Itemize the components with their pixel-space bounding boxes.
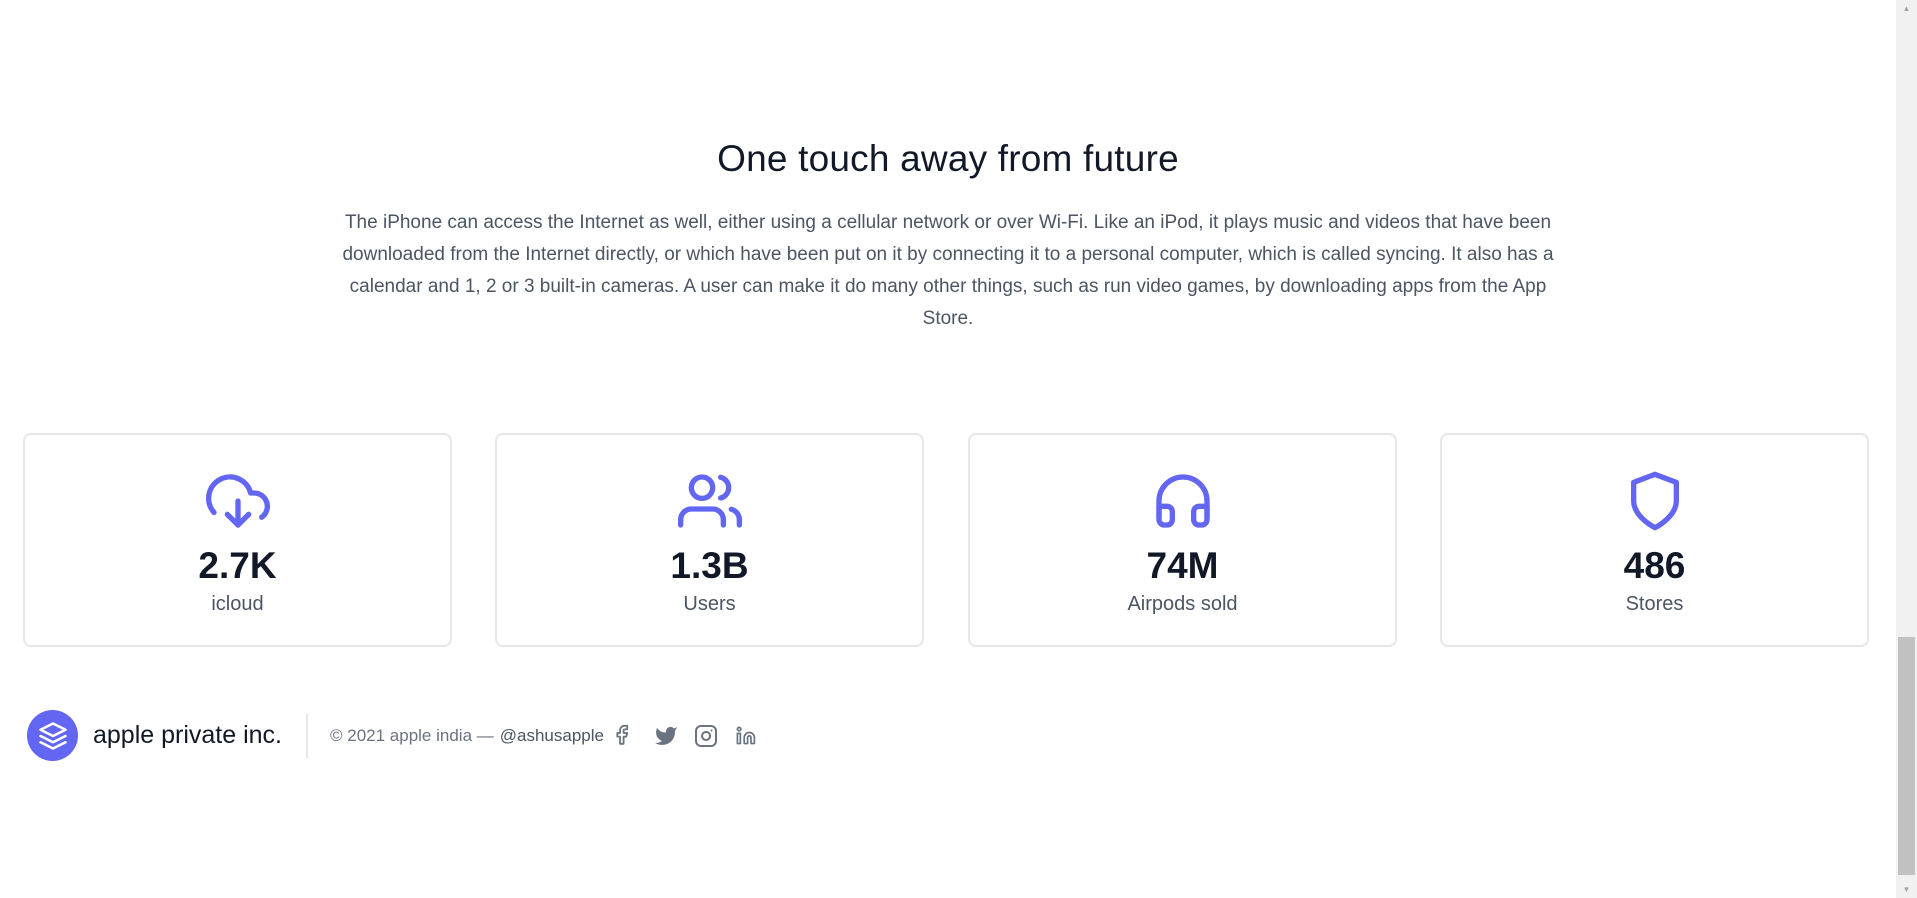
- twitter-handle-link[interactable]: @ashusapple: [500, 726, 604, 745]
- scrollbar-thumb[interactable]: [1898, 637, 1915, 875]
- stat-card-users: 1.3B Users: [495, 433, 924, 647]
- brand-name[interactable]: apple private inc.: [93, 721, 282, 750]
- facebook-icon[interactable]: [613, 723, 639, 749]
- stat-label: icloud: [211, 593, 264, 615]
- stat-card-airpods: 74M Airpods sold: [968, 433, 1397, 647]
- hero-description: The iPhone can access the Internet as we…: [342, 212, 1554, 329]
- main-content: One touch away from future The iPhone ca…: [0, 0, 1896, 898]
- instagram-icon[interactable]: [693, 723, 719, 749]
- stat-label: Users: [683, 593, 736, 615]
- cloud-download-icon: [205, 469, 270, 533]
- stat-card-stores: 486 Stores: [1440, 433, 1869, 647]
- stat-label: Stores: [1625, 593, 1684, 615]
- footer: apple private inc. © 2021 apple india — @…: [27, 710, 1867, 762]
- scroll-down-arrow-icon[interactable]: ▼: [1896, 881, 1917, 898]
- shield-icon: [1623, 469, 1687, 533]
- hero-title: One touch away from future: [717, 138, 1179, 179]
- stat-value: 486: [1623, 545, 1686, 586]
- stat-label: Airpods sold: [1127, 593, 1238, 615]
- vertical-scrollbar[interactable]: ▲ ▼: [1896, 0, 1917, 898]
- stat-value: 2.7K: [198, 545, 277, 586]
- brand-logo-icon[interactable]: [27, 710, 78, 761]
- copyright: © 2021 apple india — @ashusapple: [330, 726, 604, 746]
- twitter-icon[interactable]: [653, 723, 679, 749]
- headphones-icon: [1151, 469, 1215, 533]
- stat-card-icloud: 2.7K icloud: [23, 433, 452, 647]
- stat-value: 1.3B: [670, 545, 749, 586]
- social-links: [613, 723, 773, 749]
- scroll-up-arrow-icon[interactable]: ▲: [1896, 0, 1917, 17]
- linkedin-icon[interactable]: [733, 723, 759, 749]
- footer-divider: [306, 714, 308, 758]
- users-icon: [677, 469, 742, 533]
- stats-section: 2.7K icloud 1.3B Users 74M Airpods sold …: [23, 433, 1873, 649]
- copyright-text: © 2021 apple india —: [330, 726, 494, 745]
- stat-value: 74M: [1146, 545, 1219, 586]
- page: One touch away from future The iPhone ca…: [0, 0, 1917, 898]
